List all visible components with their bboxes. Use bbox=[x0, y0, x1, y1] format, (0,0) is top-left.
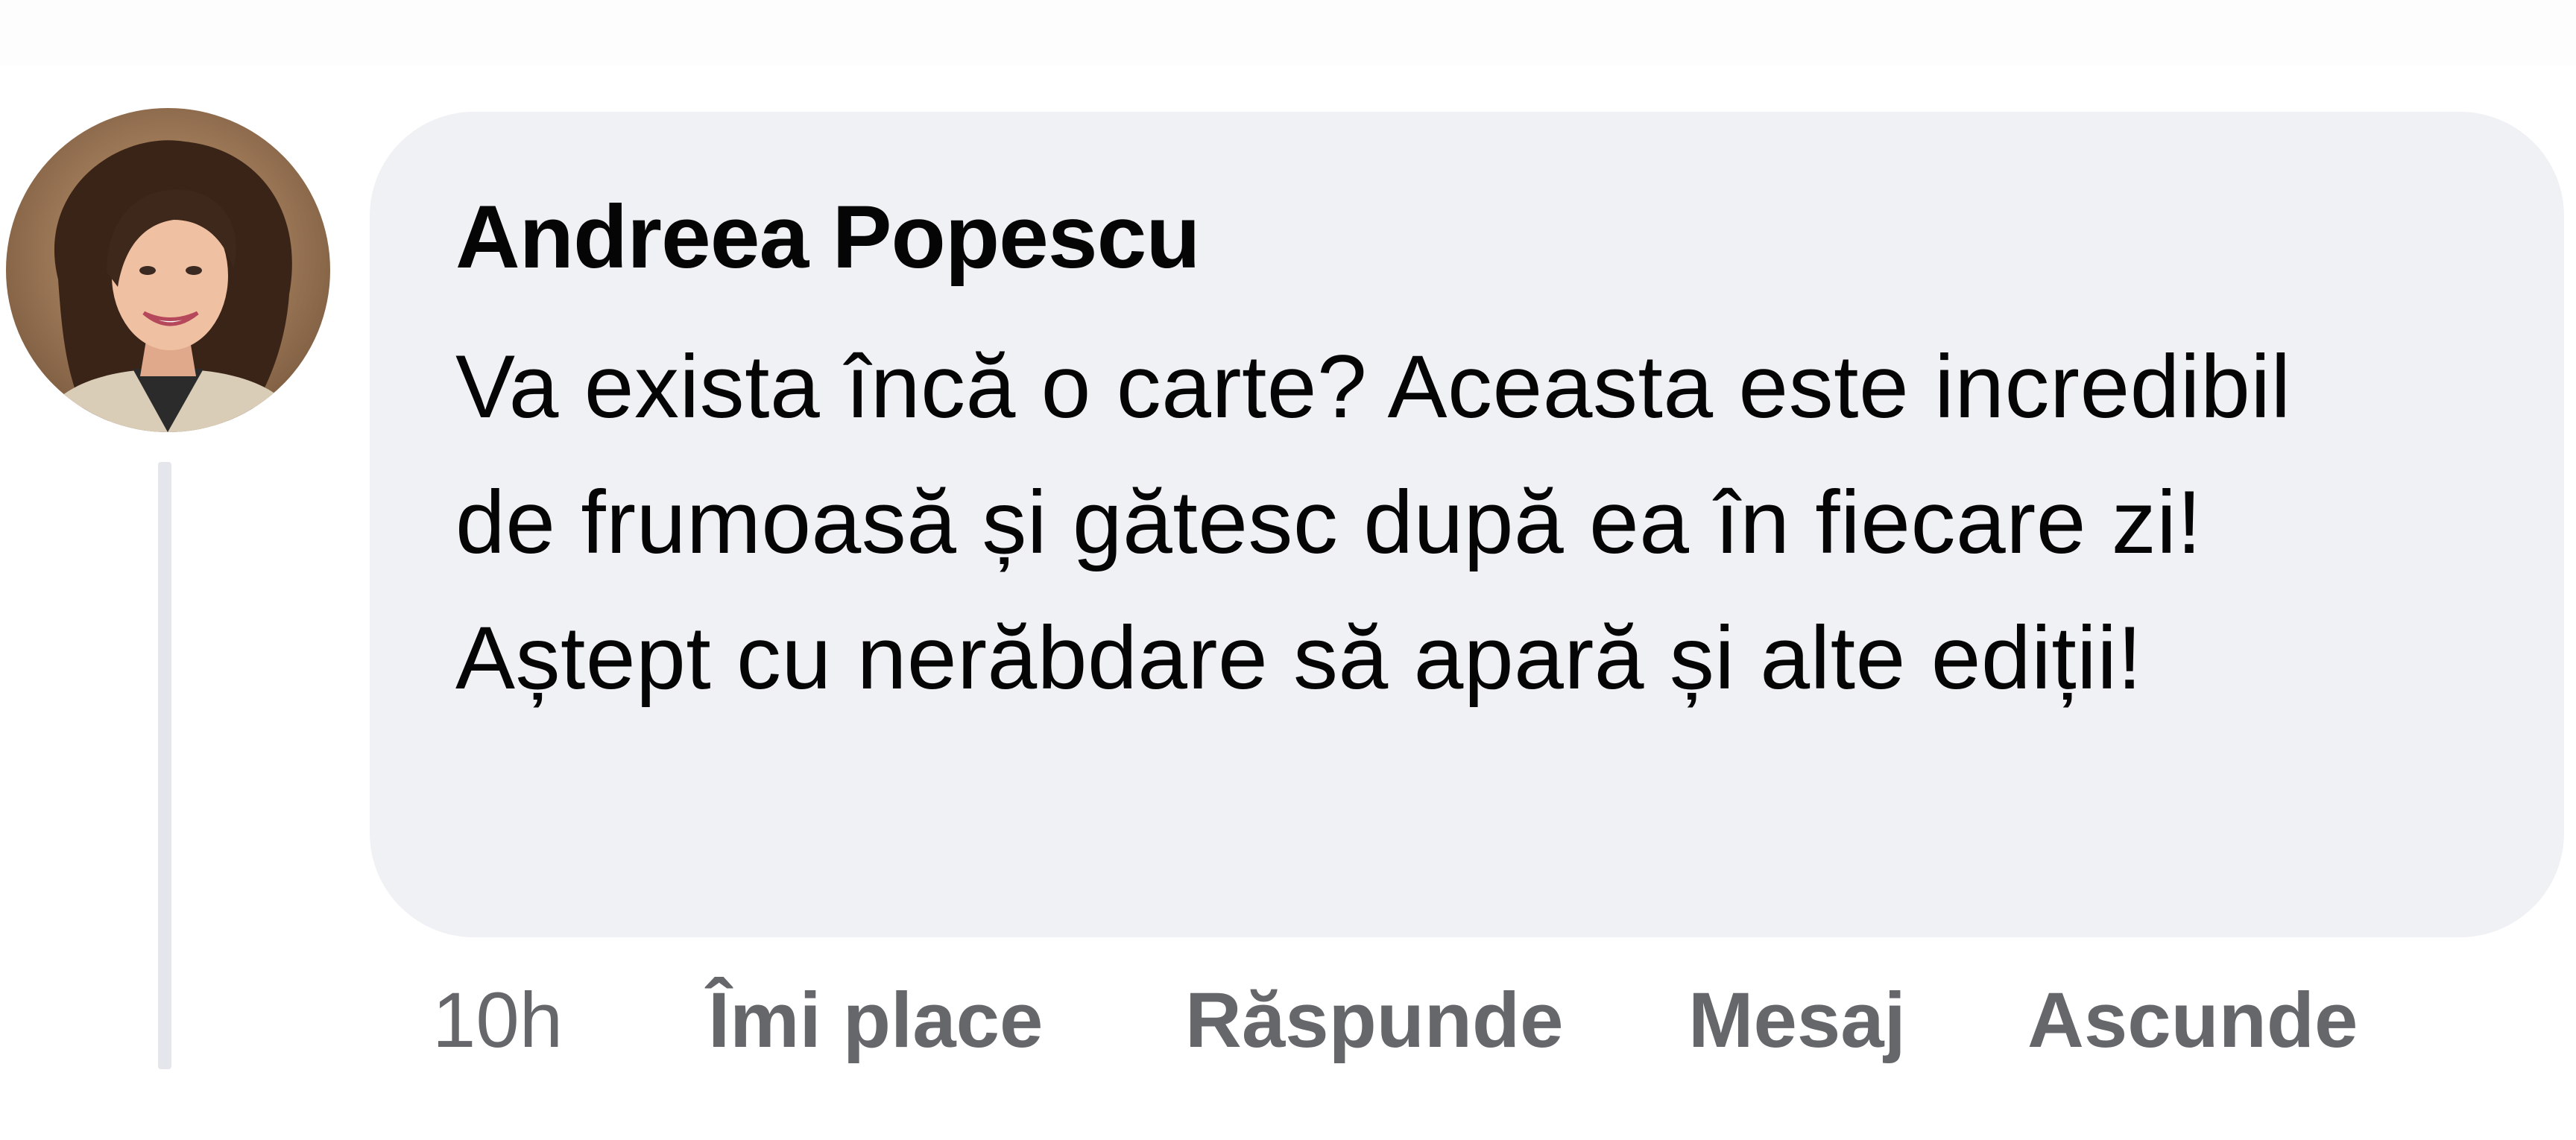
hide-button[interactable]: Ascunde bbox=[2027, 969, 2358, 1073]
avatar-photo bbox=[6, 108, 330, 432]
comment-bubble: Andreea Popescu Va exista încă o carte? … bbox=[370, 112, 2564, 937]
comment-timestamp[interactable]: 10h bbox=[432, 969, 563, 1073]
like-button[interactable]: Îmi place bbox=[708, 969, 1043, 1073]
message-button[interactable]: Mesaj bbox=[1688, 969, 1906, 1073]
comment-text: Va exista încă o carte? Aceasta este inc… bbox=[455, 337, 2291, 708]
author-avatar[interactable] bbox=[6, 108, 330, 432]
author-name[interactable]: Andreea Popescu bbox=[455, 185, 1201, 289]
reply-button[interactable]: Răspunde bbox=[1185, 969, 1564, 1073]
reply-thread-line bbox=[158, 462, 171, 1069]
top-strip bbox=[0, 0, 2576, 66]
